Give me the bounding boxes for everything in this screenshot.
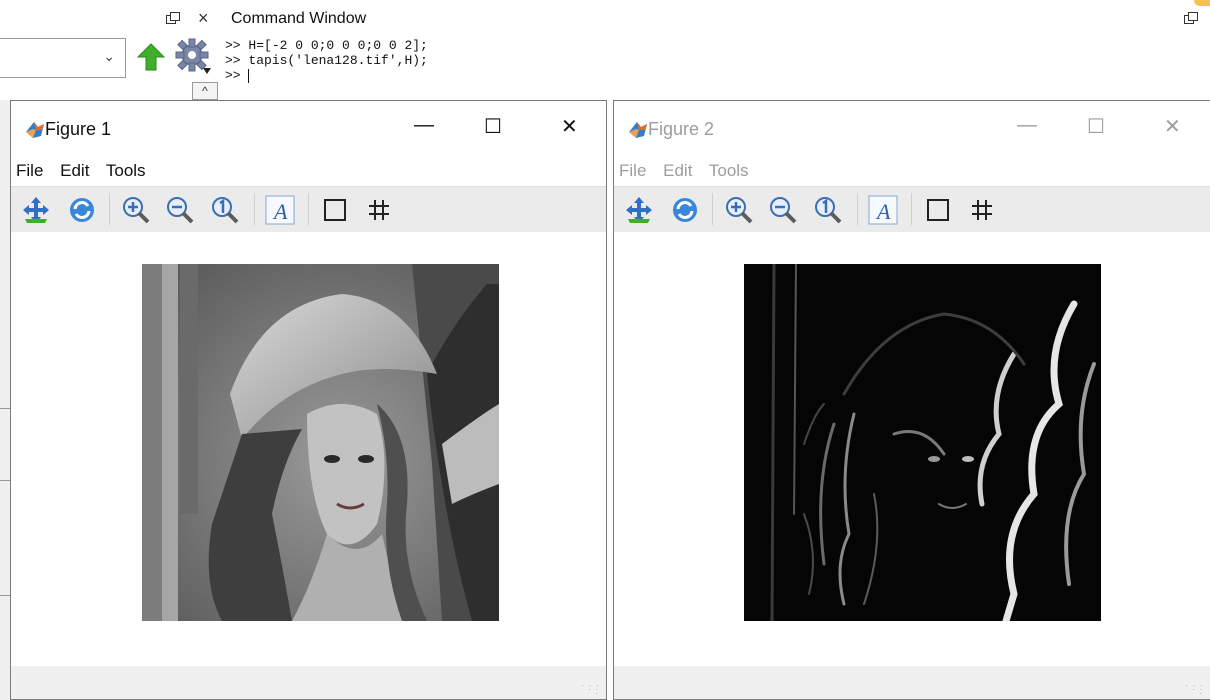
command-output[interactable]: >> H=[-2 0 0;0 0 0;0 0 2]; >> tapis('len… (225, 38, 428, 83)
figure-toolbar: A (11, 186, 606, 232)
grid-icon[interactable] (967, 195, 997, 225)
matlab-logo-icon (629, 122, 647, 138)
current-folder-dropdown[interactable]: ⌄ (0, 38, 126, 78)
prompt: >> (225, 68, 241, 83)
zoom-in-icon[interactable] (724, 195, 754, 225)
undock-icon[interactable] (166, 12, 180, 24)
resize-grip-icon[interactable]: · · · · · · (1185, 681, 1204, 698)
toolbar-separator (911, 193, 912, 225)
zoom-out-icon[interactable] (165, 195, 195, 225)
text-cursor (248, 68, 250, 83)
command-window: × Command Window ⌄ ^ >> H=[-2 0 0;0 0 0;… (0, 0, 1210, 100)
figure-window-1[interactable]: Figure 1 — ☐ ✕ File Edit Tools A · · · ·… (10, 100, 607, 700)
resize-grip-icon[interactable]: · · · · · · (581, 681, 600, 698)
toolbar-separator (109, 193, 110, 225)
insert-text-icon[interactable]: A (868, 195, 898, 225)
close-icon[interactable]: × (198, 8, 209, 29)
menu-tools[interactable]: Tools (106, 161, 146, 180)
svg-text:A: A (272, 199, 288, 224)
pan-icon[interactable] (624, 195, 654, 225)
maximize-button[interactable]: ☐ (1087, 114, 1105, 139)
command-window-title: Command Window (231, 10, 367, 27)
toolbar-separator (712, 193, 713, 225)
figure-status-bar: · · · · · · (11, 666, 606, 699)
zoom-reset-icon[interactable] (210, 195, 240, 225)
command-line-2: tapis('lena128.tif',H); (248, 53, 428, 68)
figure-title: Figure 1 (45, 119, 112, 139)
menu-edit[interactable]: Edit (663, 161, 692, 180)
lena-original-image (142, 264, 499, 621)
maximize-button[interactable]: ☐ (484, 114, 502, 139)
gear-icon[interactable] (175, 38, 213, 76)
figure-menu-bar: File Edit Tools (619, 161, 761, 185)
prompt: >> (225, 53, 241, 68)
toolbar-separator (857, 193, 858, 225)
figure-title-bar[interactable]: Figure 2 — ☐ ✕ (614, 101, 1210, 159)
prompt: >> (225, 38, 241, 53)
undock-command-window-icon[interactable] (1184, 12, 1198, 24)
minimize-button[interactable]: — (1017, 114, 1037, 137)
close-button[interactable]: ✕ (561, 114, 578, 139)
svg-text:A: A (875, 199, 891, 224)
chevron-down-icon: ⌄ (103, 48, 115, 64)
notification-badge (1194, 0, 1210, 6)
rotate-icon[interactable] (670, 195, 700, 225)
figure-toolbar: A (614, 186, 1210, 232)
minimize-button[interactable]: — (414, 114, 434, 137)
figure-title: Figure 2 (648, 119, 715, 139)
zoom-in-icon[interactable] (121, 195, 151, 225)
figure-menu-bar: File Edit Tools (16, 161, 158, 185)
toolbar-separator (308, 193, 309, 225)
menu-edit[interactable]: Edit (60, 161, 89, 180)
zoom-out-icon[interactable] (768, 195, 798, 225)
figure-window-2[interactable]: Figure 2 — ☐ ✕ File Edit Tools A · · · ·… (613, 100, 1210, 700)
scroll-up-button[interactable]: ^ (192, 82, 218, 100)
rotate-icon[interactable] (67, 195, 97, 225)
pan-icon[interactable] (21, 195, 51, 225)
zoom-reset-icon[interactable] (813, 195, 843, 225)
rectangle-icon[interactable] (320, 195, 350, 225)
menu-file[interactable]: File (16, 161, 43, 180)
command-line-1: H=[-2 0 0;0 0 0;0 0 2]; (248, 38, 428, 53)
menu-tools[interactable]: Tools (709, 161, 749, 180)
figure-status-bar: · · · · · · (614, 666, 1210, 699)
close-button[interactable]: ✕ (1164, 114, 1181, 139)
lena-filtered-image (744, 264, 1101, 621)
figure-title-bar[interactable]: Figure 1 — ☐ ✕ (11, 101, 606, 159)
insert-text-icon[interactable]: A (265, 195, 295, 225)
grid-icon[interactable] (364, 195, 394, 225)
menu-file[interactable]: File (619, 161, 646, 180)
rectangle-icon[interactable] (923, 195, 953, 225)
toolbar-separator (254, 193, 255, 225)
matlab-logo-icon (26, 122, 44, 138)
go-up-folder-icon[interactable] (136, 42, 166, 72)
